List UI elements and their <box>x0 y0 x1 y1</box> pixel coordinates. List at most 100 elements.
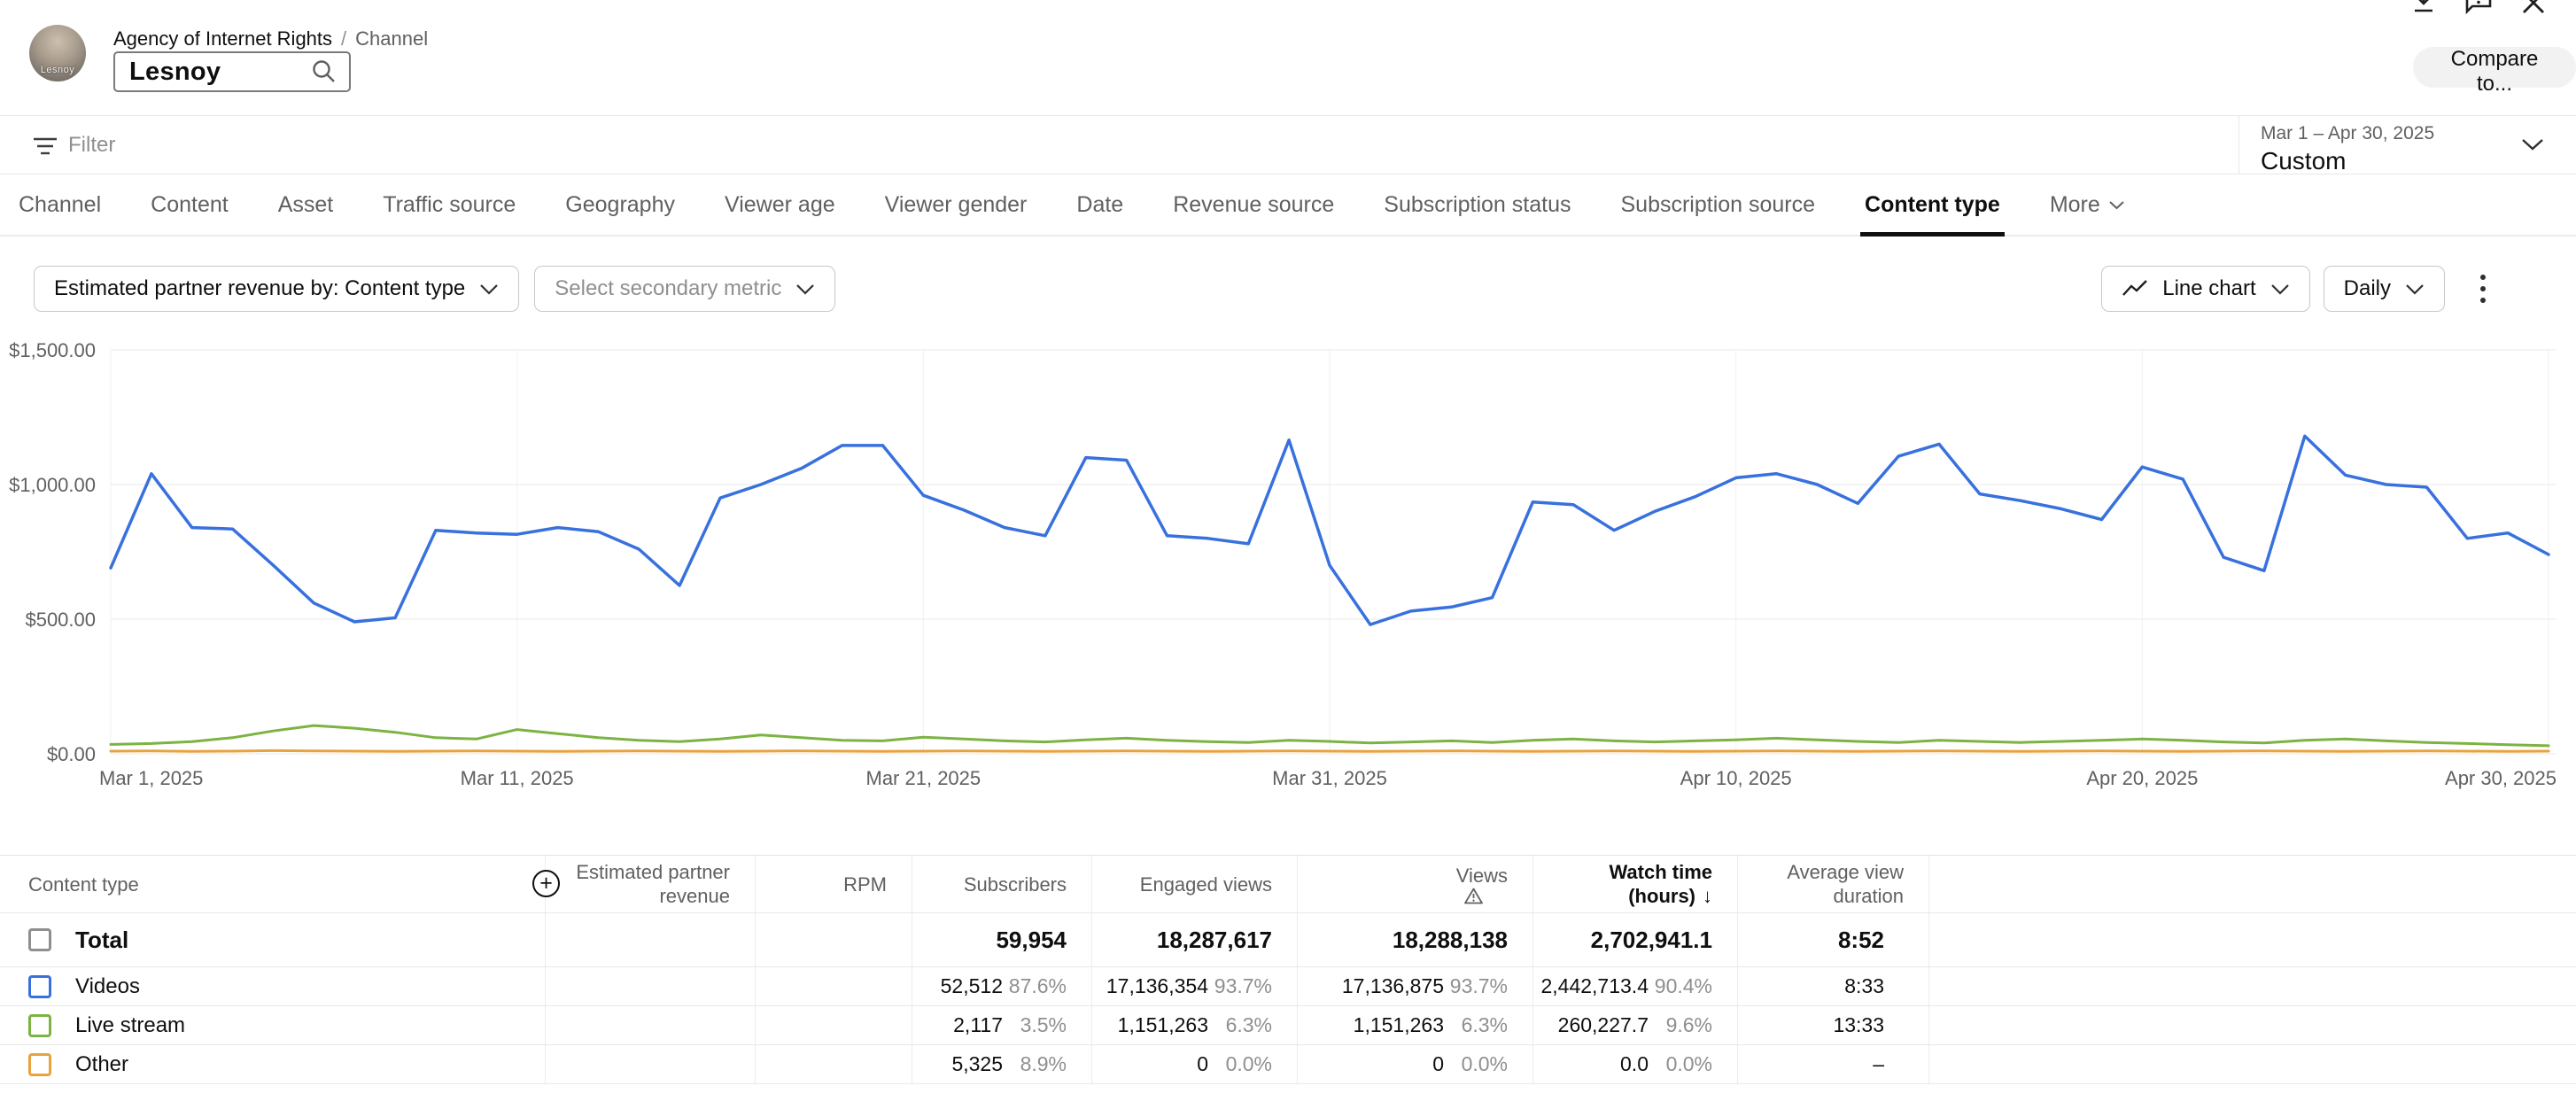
column-header-label: RPM <box>843 872 887 896</box>
cell-value: 0.0 <box>1620 1052 1649 1076</box>
cell-views: 00.0% <box>1298 1045 1533 1083</box>
cell-watch-time-hours: 2,702,941.1 <box>1533 913 1738 966</box>
column-header-label: Views <box>1456 864 1508 904</box>
cell-estimated-partner-revenue <box>546 913 756 966</box>
tab-content-type[interactable]: Content type <box>1865 174 2000 235</box>
cell-percentage: 93.7% <box>1208 974 1272 998</box>
column-header-content-type[interactable]: Content type <box>0 856 546 912</box>
tab-subscription-status[interactable]: Subscription status <box>1384 174 1571 235</box>
cell-value: 0 <box>1197 1052 1208 1076</box>
entity-search-input[interactable]: Lesnoy <box>113 51 351 92</box>
tab-label: Geography <box>565 192 675 218</box>
tab-label: Content type <box>1865 192 2000 218</box>
tab-revenue-source[interactable]: Revenue source <box>1173 174 1334 235</box>
tab-label: Date <box>1076 192 1123 218</box>
x-axis-tick-label: Mar 31, 2025 <box>1272 767 1387 789</box>
row-checkbox-total[interactable] <box>28 928 51 951</box>
cell-estimated-partner-revenue <box>546 1006 756 1044</box>
cell-engaged-views: 1,151,2636.3% <box>1092 1006 1298 1044</box>
column-header-watch-time-hours[interactable]: Watch time(hours)↓ <box>1533 856 1738 912</box>
tab-label: Viewer age <box>725 192 835 218</box>
tab-viewer-age[interactable]: Viewer age <box>725 174 835 235</box>
chevron-down-icon <box>479 283 499 295</box>
cell-engaged-views: 00.0% <box>1092 1045 1298 1083</box>
cell-value: 8:33 <box>1844 974 1884 998</box>
tab-asset[interactable]: Asset <box>278 174 334 235</box>
cell-rpm <box>756 913 912 966</box>
cell-value: 260,227.7 <box>1558 1013 1649 1037</box>
download-icon[interactable] <box>2406 0 2441 17</box>
primary-metric-label: Estimated partner revenue by: Content ty… <box>54 276 465 301</box>
cell-value: 2,702,941.1 <box>1591 927 1712 954</box>
channel-avatar[interactable]: Lesnoy <box>29 25 86 81</box>
chevron-down-icon <box>2108 200 2125 210</box>
cell-average-view-duration: 8:52 <box>1738 913 1929 966</box>
cell-value: 5,325 <box>951 1052 1003 1076</box>
chevron-down-icon <box>795 283 815 295</box>
series-line-other <box>111 750 2549 751</box>
column-header-subscribers[interactable]: Subscribers <box>912 856 1092 912</box>
more-options-kebab-icon[interactable] <box>2475 269 2491 308</box>
x-axis-tick-label: Mar 21, 2025 <box>866 767 982 789</box>
add-metric-column-button[interactable]: + <box>532 870 560 897</box>
chart-type-dropdown[interactable]: Line chart <box>2101 266 2309 312</box>
column-header-engaged-views[interactable]: Engaged views <box>1092 856 1298 912</box>
cell-subscribers: 5,3258.9% <box>912 1045 1092 1083</box>
filter-input[interactable]: Filter <box>68 133 115 158</box>
cell-views: 17,136,87593.7% <box>1298 967 1533 1005</box>
cell-average-view-duration: 8:33 <box>1738 967 1929 1005</box>
cell-rpm <box>756 1006 912 1044</box>
cell-value: 52,512 <box>941 974 1003 998</box>
row-label: Total <box>75 927 128 954</box>
tab-more[interactable]: More <box>2050 174 2125 235</box>
cell-value: 17,136,875 <box>1342 974 1444 998</box>
column-header-label: Average viewduration <box>1787 860 1904 908</box>
content-type-table: + Content type Estimated partnerrevenue RP… <box>0 855 2576 1084</box>
cell-percentage: 9.6% <box>1649 1013 1712 1037</box>
cell-value: 18,288,138 <box>1393 927 1508 954</box>
column-header-average-view-duration[interactable]: Average viewduration <box>1738 856 1929 912</box>
row-label: Videos <box>75 974 140 999</box>
cell-value: – <box>1873 1052 1884 1076</box>
cell-value: 2,117 <box>953 1013 1003 1037</box>
tab-subscription-source[interactable]: Subscription source <box>1620 174 1815 235</box>
row-label: Live stream <box>75 1013 185 1038</box>
column-header-estimated-partner-revenue[interactable]: Estimated partnerrevenue <box>546 856 756 912</box>
column-header-label: Estimated partnerrevenue <box>576 860 730 908</box>
x-axis-tick-label: Mar 11, 2025 <box>461 767 574 789</box>
row-checkbox-live-stream[interactable] <box>28 1014 51 1037</box>
cell-engaged-views: 17,136,35493.7% <box>1092 967 1298 1005</box>
cell-watch-time-hours: 2,442,713.490.4% <box>1533 967 1738 1005</box>
tab-label: Channel <box>19 192 101 218</box>
search-icon[interactable] <box>310 58 338 86</box>
cell-value: 8:52 <box>1838 927 1884 954</box>
row-checkbox-other[interactable] <box>28 1053 51 1076</box>
tab-viewer-gender[interactable]: Viewer gender <box>885 174 1028 235</box>
cell-watch-time-hours: 260,227.79.6% <box>1533 1006 1738 1044</box>
tab-traffic-source[interactable]: Traffic source <box>383 174 516 235</box>
date-range-selector[interactable]: Mar 1 – Apr 30, 2025 Custom <box>2238 116 2576 174</box>
filter-bar: Filter Mar 1 – Apr 30, 2025 Custom <box>0 115 2576 174</box>
topbar: Lesnoy Agency of Internet Rights/Channel… <box>0 0 2576 115</box>
tab-content[interactable]: Content <box>151 174 229 235</box>
granularity-dropdown[interactable]: Daily <box>2324 266 2445 312</box>
cell-value: 17,136,354 <box>1106 974 1208 998</box>
y-axis-tick-label: $0.00 <box>47 743 96 765</box>
row-label: Other <box>75 1052 128 1077</box>
compare-to-button[interactable]: Compare to... <box>2413 47 2576 88</box>
column-header-rpm[interactable]: RPM <box>756 856 912 912</box>
secondary-metric-dropdown[interactable]: Select secondary metric <box>534 266 835 312</box>
row-checkbox-videos[interactable] <box>28 975 51 998</box>
revenue-line-chart[interactable]: $0.00$500.00$1,000.00$1,500.00Mar 1, 202… <box>0 328 2576 824</box>
breadcrumb-parent[interactable]: Agency of Internet Rights <box>113 27 332 50</box>
search-value: Lesnoy <box>129 58 310 87</box>
tab-channel[interactable]: Channel <box>19 174 101 235</box>
cell-percentage: 87.6% <box>1003 974 1067 998</box>
column-header-views[interactable]: Views <box>1298 856 1533 912</box>
primary-metric-dropdown[interactable]: Estimated partner revenue by: Content ty… <box>34 266 519 312</box>
send-feedback-icon[interactable] <box>2461 0 2496 17</box>
tab-geography[interactable]: Geography <box>565 174 675 235</box>
close-icon[interactable] <box>2516 0 2551 20</box>
cell-estimated-partner-revenue <box>546 1045 756 1083</box>
tab-date[interactable]: Date <box>1076 174 1123 235</box>
